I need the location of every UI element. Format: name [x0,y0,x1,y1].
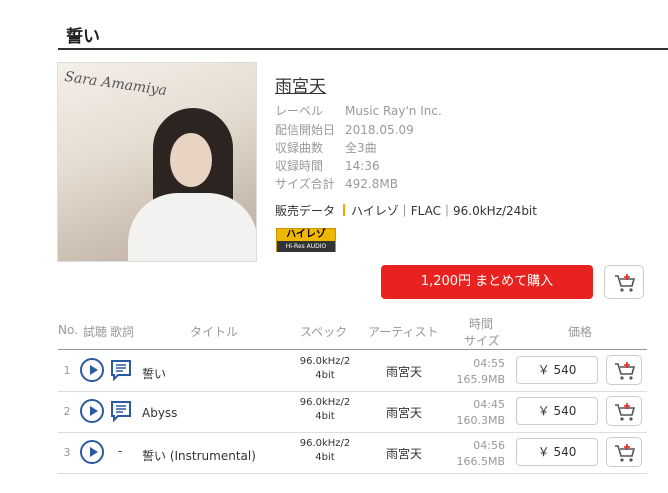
album-artist-link[interactable]: 雨宮天 [275,72,326,97]
cover-signature: Sara Amamiya [63,68,168,100]
track-duration: 04:55 [473,357,505,370]
track-artist: 雨宮天 [386,447,423,461]
track-size: 165.9MB [456,373,505,386]
hires-badge-main: ハイレゾ [286,229,326,240]
add-to-cart-icon [615,362,636,380]
col-header-time: 時間 [469,317,494,331]
track-number: 3 [63,446,71,459]
track-number: 2 [63,405,71,418]
info-label: 収録時間 [275,159,324,173]
cover-figure-dress [128,193,256,261]
track-duration: 04:56 [473,439,505,452]
track-size: 160.3MB [456,414,505,427]
col-header-no: No. [58,323,78,337]
track-spec-bit: 4bit [315,411,335,422]
page-title: 誓い [66,27,100,47]
track-spec: 96.0kHz/2 4bit [295,355,355,383]
album-cover: Sara Amamiya [57,62,257,262]
sales-value: ハイレゾ｜FLAC｜96.0kHz/24bit [351,204,537,218]
track-spec: 96.0kHz/2 4bit [295,396,355,424]
track-duration-size: 04:55 165.9MB [445,356,505,388]
info-label: 収録曲数 [275,141,324,155]
col-header-size: サイズ [464,334,500,348]
info-value: 全3曲 [345,141,377,155]
row-divider [58,432,647,433]
track-spec-bit: 4bit [315,370,335,381]
row-divider [58,473,647,474]
col-header-listen: 試聴 [83,325,108,339]
add-to-cart-icon [615,403,636,421]
col-header-lyrics: 歌詞 [110,325,135,339]
play-button[interactable] [80,440,104,464]
add-track-to-cart-button[interactable] [606,396,642,426]
info-value: Music Ray'n Inc. [345,104,442,118]
track-artist: 雨宮天 [386,406,423,420]
info-row-total-size: サイズ合計 492.8MB [275,175,398,192]
track-duration-size: 04:56 166.5MB [445,438,505,470]
track-artist: 雨宮天 [386,365,423,379]
col-header-artist: アーティスト [368,325,439,339]
title-divider [58,48,668,50]
table-header-divider [58,349,647,350]
info-label: 配信開始日 [275,123,336,137]
track-duration: 04:45 [473,398,505,411]
info-value: 2018.05.09 [345,123,414,137]
cover-figure-face [170,133,212,187]
info-value: 14:36 [345,159,380,173]
no-lyrics-marker: - [118,444,123,458]
track-spec-rate: 96.0kHz/2 [299,356,351,367]
info-row-label: レーベル Music Ray'n Inc. [275,102,442,119]
play-button[interactable] [80,399,104,423]
add-track-to-cart-button[interactable] [606,437,642,467]
track-spec-rate: 96.0kHz/2 [299,397,351,408]
track-title: Abyss [142,406,178,420]
track-price-button[interactable]: ￥ 540 [516,356,598,384]
col-header-price: 価格 [568,325,593,339]
lyrics-icon[interactable] [110,400,132,422]
col-header-title: タイトル [190,325,239,339]
track-number: 1 [63,364,71,377]
play-button[interactable] [80,358,104,382]
row-divider [58,391,647,392]
track-size: 166.5MB [456,455,505,468]
track-title: 誓い [142,367,167,381]
track-price-button[interactable]: ￥ 540 [516,397,598,425]
info-label: サイズ合計 [275,177,335,191]
sales-label: 販売データ [275,204,336,218]
track-price-button[interactable]: ￥ 540 [516,438,598,466]
sales-marker [343,204,346,216]
track-spec: 96.0kHz/2 4bit [295,437,355,465]
track-title: 誓い (Instrumental) [142,449,256,463]
add-to-cart-icon [615,444,636,462]
add-track-to-cart-button[interactable] [606,355,642,385]
add-to-cart-icon [615,274,636,292]
hires-badge-sub: Hi-Res AUDIO [277,241,335,252]
track-spec-bit: 4bit [315,452,335,463]
col-header-spec: スペック [300,325,348,339]
buy-all-button[interactable]: 1,200円 まとめて購入 [381,265,593,299]
add-album-to-cart-button[interactable] [604,265,644,299]
info-label: レーベル [275,104,324,118]
sales-data: 販売データ ハイレゾ｜FLAC｜96.0kHz/24bit [275,202,537,219]
info-value: 492.8MB [345,177,398,191]
info-row-release-date: 配信開始日 2018.05.09 [275,121,414,138]
track-spec-rate: 96.0kHz/2 [299,438,351,449]
track-duration-size: 04:45 160.3MB [445,397,505,429]
hires-audio-badge: ハイレゾ Hi-Res AUDIO [276,228,336,252]
lyrics-icon[interactable] [110,359,132,381]
info-row-track-count: 収録曲数 全3曲 [275,139,377,156]
info-row-duration: 収録時間 14:36 [275,157,380,174]
